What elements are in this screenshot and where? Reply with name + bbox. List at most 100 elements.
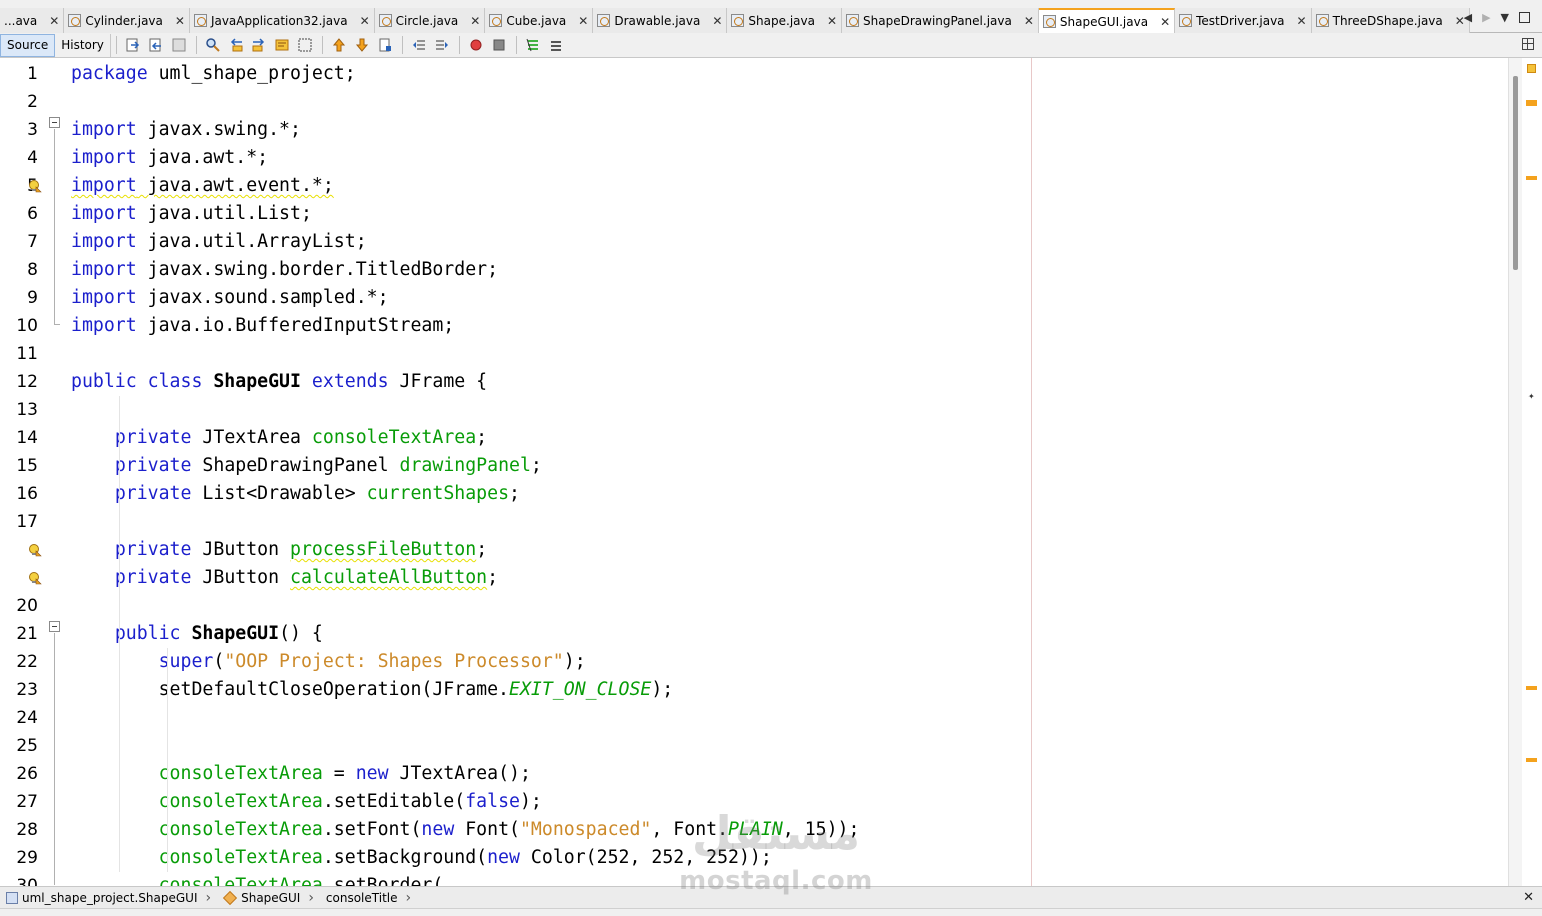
breadcrumb-variable[interactable]: consoleTitle › (320, 887, 417, 909)
close-tab-icon[interactable]: ✕ (360, 14, 370, 28)
warning-mark[interactable] (1526, 176, 1537, 180)
java-file-icon (378, 14, 392, 27)
code-line[interactable]: package uml_shape_project; (71, 60, 356, 88)
line-number: 30 (16, 876, 38, 886)
code-line[interactable]: private List<Drawable> currentShapes; (71, 480, 520, 508)
warning-bulb-icon[interactable] (28, 571, 42, 585)
code-line[interactable]: consoleTextArea.setFont(new Font("Monosp… (71, 816, 860, 844)
code-line[interactable]: setDefaultCloseOperation(JFrame.EXIT_ON_… (71, 676, 674, 704)
warning-bulb-icon[interactable] (28, 179, 42, 193)
close-tab-icon[interactable]: ✕ (470, 14, 480, 28)
find-previous-icon[interactable] (228, 37, 244, 53)
code-editor[interactable]: 1234567891011121314151617202122232425262… (0, 58, 1542, 886)
code-line[interactable]: consoleTextArea = new JTextArea(); (71, 760, 531, 788)
code-line[interactable]: import java.util.ArrayList; (71, 228, 367, 256)
code-token: consoleTextArea (158, 819, 323, 840)
warning-bulb-icon[interactable] (28, 543, 42, 557)
code-line[interactable]: private ShapeDrawingPanel drawingPanel; (71, 452, 542, 480)
tab-ava[interactable]: ...ava ✕ (0, 8, 65, 33)
restore-window-icon[interactable] (1519, 11, 1530, 23)
code-line[interactable]: consoleTextArea.setBorder( (71, 872, 444, 886)
error-stripe[interactable]: ✦ (1522, 58, 1542, 886)
warning-mark[interactable] (1526, 758, 1537, 762)
find-next-icon[interactable] (251, 37, 267, 53)
java-file-icon (489, 14, 503, 27)
last-edit-icon[interactable] (125, 37, 141, 53)
tab-circle-java[interactable]: Circle.java ✕ (374, 8, 486, 33)
back-icon[interactable] (148, 37, 164, 53)
vertical-scrollbar[interactable] (1508, 58, 1522, 886)
scrollbar-thumb[interactable] (1513, 76, 1518, 270)
close-tab-icon[interactable]: ✕ (1297, 14, 1307, 28)
start-macro-icon[interactable] (468, 37, 484, 53)
code-line[interactable]: import java.awt.event.*; (71, 172, 334, 200)
tab-testdriver-java[interactable]: TestDriver.java ✕ (1175, 8, 1312, 33)
close-tab-icon[interactable]: ✕ (827, 14, 837, 28)
tab-cylinder-java[interactable]: Cylinder.java ✕ (64, 8, 190, 33)
split-window-icon[interactable] (1522, 38, 1534, 50)
line-number: 28 (16, 820, 38, 840)
code-line[interactable]: import javax.sound.sampled.*; (71, 284, 389, 312)
code-line[interactable]: import java.io.BufferedInputStream; (71, 312, 454, 340)
close-tab-icon[interactable]: ✕ (712, 14, 722, 28)
code-token: drawingPanel (399, 455, 531, 476)
close-tab-icon[interactable]: ✕ (1024, 14, 1034, 28)
breadcrumb-constructor[interactable]: ShapeGUI › (217, 887, 320, 909)
toggle-rectangular-selection-icon[interactable] (297, 37, 313, 53)
comment-icon[interactable] (525, 37, 541, 53)
tab-label: Circle.java (395, 13, 459, 28)
close-tab-icon[interactable]: ✕ (1160, 15, 1170, 29)
code-line[interactable]: public ShapeGUI() { (71, 620, 323, 648)
breadcrumb-label: uml_shape_project.ShapeGUI (22, 890, 198, 905)
code-line[interactable]: import javax.swing.*; (71, 116, 301, 144)
show-opened-documents-icon[interactable]: ▼ (1501, 11, 1509, 24)
fold-toggle-icon[interactable] (49, 117, 60, 128)
tab-shapedrawingpanel-java[interactable]: ShapeDrawingPanel.java ✕ (842, 8, 1039, 33)
warning-mark[interactable] (1526, 686, 1537, 690)
code-text[interactable]: package uml_shape_project;import javax.s… (71, 58, 1511, 886)
code-line[interactable]: super("OOP Project: Shapes Processor"); (71, 648, 586, 676)
toggle-bookmark-icon[interactable] (377, 37, 393, 53)
code-line[interactable]: private JButton calculateAllButton; (71, 564, 498, 592)
code-line[interactable]: private JButton processFileButton; (71, 536, 487, 564)
tab-drawable-java[interactable]: Drawable.java ✕ (593, 8, 728, 33)
warning-status-icon[interactable] (1527, 64, 1536, 73)
tab-shape-java[interactable]: Shape.java ✕ (727, 8, 843, 33)
shift-left-icon[interactable] (411, 37, 427, 53)
tab-label: TestDriver.java (1196, 13, 1285, 28)
find-icon[interactable] (205, 37, 221, 53)
code-line[interactable]: consoleTextArea.setBackground(new Color(… (71, 844, 772, 872)
previous-bookmark-icon[interactable] (331, 37, 347, 53)
code-line[interactable]: public class ShapeGUI extends JFrame { (71, 368, 487, 396)
next-bookmark-icon[interactable] (354, 37, 370, 53)
code-token: ; (530, 455, 542, 476)
forward-icon[interactable] (171, 37, 187, 53)
code-line[interactable]: import java.util.List; (71, 200, 312, 228)
code-line[interactable]: import java.awt.*; (71, 144, 268, 172)
fold-toggle-icon[interactable] (49, 621, 60, 632)
scroll-tabs-left-icon[interactable]: ◀ (1464, 11, 1472, 24)
history-view-button[interactable]: History (55, 33, 111, 57)
code-line[interactable]: private JTextArea consoleTextArea; (71, 424, 487, 452)
code-line[interactable]: consoleTextArea.setEditable(false); (71, 788, 542, 816)
constructor-icon (223, 890, 238, 905)
stop-macro-icon[interactable] (491, 37, 507, 53)
shift-right-icon[interactable] (434, 37, 450, 53)
breadcrumb-package-class[interactable]: uml_shape_project.ShapeGUI › (0, 887, 217, 909)
code-token: JTextArea(); (388, 763, 531, 784)
warning-mark[interactable] (1526, 100, 1537, 106)
toggle-highlight-icon[interactable] (274, 37, 290, 53)
source-view-button[interactable]: Source (0, 33, 56, 57)
close-navigation-icon[interactable]: ✕ (1523, 890, 1534, 905)
code-token: extends (311, 371, 389, 392)
close-tab-icon[interactable]: ✕ (175, 14, 185, 28)
scroll-tabs-right-icon[interactable]: ▶ (1482, 11, 1490, 24)
uncomment-icon[interactable] (548, 37, 564, 53)
code-line[interactable]: import javax.swing.border.TitledBorder; (71, 256, 498, 284)
tab-javaapplication32-java[interactable]: JavaApplication32.java ✕ (189, 8, 375, 33)
tab-threedshape-java[interactable]: ThreeDShape.java ✕ (1311, 8, 1470, 33)
tab-cube-java[interactable]: Cube.java ✕ (485, 8, 594, 33)
close-tab-icon[interactable]: ✕ (578, 14, 588, 28)
tab-shapegui-java[interactable]: ShapeGUI.java ✕ (1038, 8, 1176, 33)
close-tab-icon[interactable]: ✕ (49, 14, 59, 28)
